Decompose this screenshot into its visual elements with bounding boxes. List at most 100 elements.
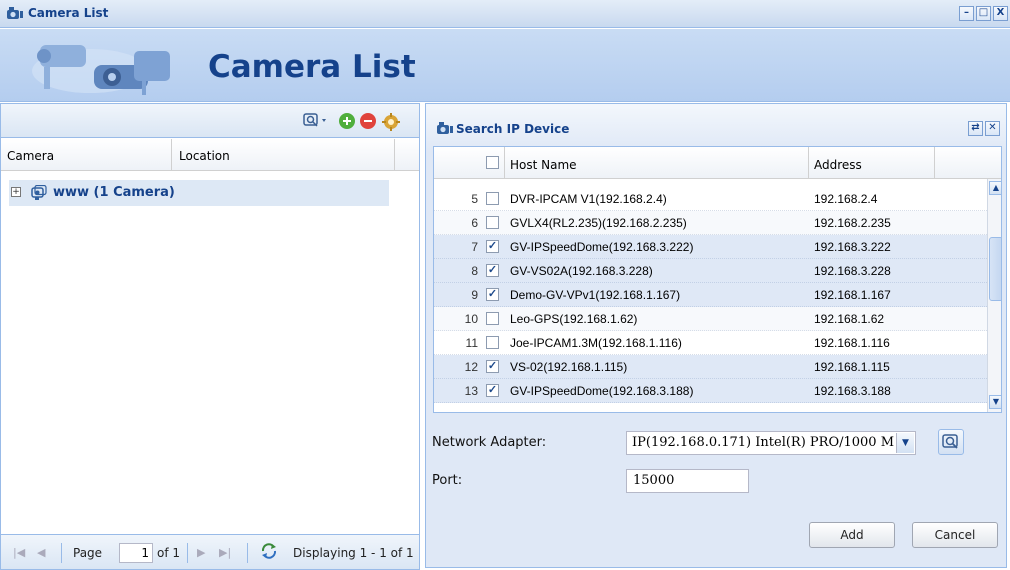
scroll-thumb[interactable] (989, 237, 1001, 301)
device-address: 192.168.3.188 (814, 384, 891, 398)
device-checkbox[interactable] (486, 336, 499, 349)
camera-icon (6, 6, 24, 23)
network-adapter-value: IP(192.168.0.171) Intel(R) PRO/1000 MT N… (632, 435, 894, 450)
device-address: 192.168.2.4 (814, 192, 878, 206)
scroll-down-icon[interactable]: ▼ (989, 395, 1001, 409)
camera-grid-header: Camera Location (1, 139, 419, 171)
page-number-input[interactable]: 1 (119, 543, 153, 563)
prev-page-icon[interactable]: ◀ (37, 546, 45, 559)
network-adapter-select[interactable]: IP(192.168.0.171) Intel(R) PRO/1000 MT N… (626, 431, 916, 455)
search-device-button[interactable] (938, 429, 964, 455)
banner-title: Camera List (208, 49, 416, 85)
device-checkbox[interactable]: ✓ (486, 240, 499, 253)
close-button[interactable]: X (993, 6, 1008, 21)
column-camera[interactable]: Camera (7, 149, 54, 163)
dialog-titlebar: Search IP Device ⇄ ✕ (426, 104, 1006, 152)
row-number: 9 (471, 288, 478, 302)
camera-group-icon (31, 184, 49, 204)
device-grid: Host Name Address 5 DVR-IPCAM V1(192.168.… (433, 146, 1002, 413)
device-address: 192.168.1.116 (814, 336, 890, 350)
row-number: 11 (465, 336, 478, 350)
first-page-icon[interactable]: |◀ (13, 546, 25, 559)
row-number: 5 (471, 192, 478, 206)
device-row[interactable]: 11 Joe-IPCAM1.3M(192.168.1.116) 192.168.1.… (434, 331, 987, 355)
banner: Camera List (0, 29, 1010, 102)
network-adapter-label: Network Adapter: (432, 435, 547, 450)
device-row[interactable]: 7 ✓ GV-IPSpeedDome(192.168.3.222) 192.168.3… (434, 235, 987, 259)
camera-toolbar (1, 104, 419, 138)
device-checkbox[interactable] (486, 312, 499, 325)
device-row[interactable]: 8 ✓ GV-VS02A(192.168.3.228) 192.168.3.228 (434, 259, 987, 283)
camera-group-row[interactable]: + www (1 Camera) (9, 180, 389, 206)
device-row[interactable]: 13 ✓ GV-IPSpeedDome(192.168.3.188) 192.168.… (434, 379, 987, 403)
dialog-close-icon[interactable]: ✕ (985, 121, 1000, 136)
row-number: 7 (471, 240, 478, 254)
vertical-scrollbar[interactable]: ▲ ▼ (987, 179, 1001, 412)
maximize-button[interactable]: □ (976, 6, 991, 21)
last-page-icon[interactable]: ▶| (219, 546, 231, 559)
expand-icon[interactable]: + (11, 187, 21, 197)
window-title: Camera List (28, 6, 109, 20)
device-host-name: Leo-GPS(192.168.1.62) (510, 312, 638, 326)
device-host-name: VS-02(192.168.1.115) (510, 360, 628, 374)
displaying-status: Displaying 1 - 1 of 1 (293, 546, 414, 560)
device-checkbox[interactable]: ✓ (486, 384, 499, 397)
camera-list-panel: Camera Location + www (1 Camera) |◀ ◀ Pa… (0, 103, 420, 570)
device-checkbox[interactable]: ✓ (486, 264, 499, 277)
device-address: 192.168.3.228 (814, 264, 891, 278)
dialog-title: Search IP Device (456, 122, 570, 136)
device-address: 192.168.2.235 (814, 216, 891, 230)
search-camera-icon[interactable] (303, 112, 326, 130)
column-location[interactable]: Location (179, 149, 230, 163)
port-label: Port: (432, 473, 463, 488)
camera-group-label: www (1 Camera) (53, 185, 175, 200)
device-host-name: Joe-IPCAM1.3M(192.168.1.116) (510, 336, 682, 350)
device-address: 192.168.1.115 (814, 360, 890, 374)
device-row[interactable]: 5 DVR-IPCAM V1(192.168.2.4) 192.168.2.4 (434, 187, 987, 211)
window-titlebar: Camera List – □ X (0, 0, 1010, 28)
camera-icon (436, 121, 454, 138)
device-row[interactable]: 10 Leo-GPS(192.168.1.62) 192.168.1.62 (434, 307, 987, 331)
settings-gear-icon[interactable] (381, 112, 400, 131)
pagination-toolbar: |◀ ◀ Page 1 of 1 ▶ ▶| Displaying 1 - 1 o… (1, 534, 419, 569)
device-checkbox[interactable]: ✓ (486, 360, 499, 373)
page-label: Page (73, 546, 103, 560)
row-number: 10 (464, 312, 478, 326)
device-checkbox[interactable]: ✓ (486, 288, 499, 301)
device-checkbox[interactable] (486, 192, 499, 205)
device-grid-header: Host Name Address (434, 147, 1001, 179)
device-host-name: Demo-GV-VPv1(192.168.1.167) (510, 288, 681, 302)
chevron-down-icon[interactable]: ▼ (896, 433, 914, 453)
device-row[interactable]: 6 GVLX4(RL2.235)(192.168.2.235) 192.168.2.… (434, 211, 987, 235)
add-button[interactable]: Add (809, 522, 895, 548)
column-host-name[interactable]: Host Name (510, 158, 577, 172)
restore-icon[interactable]: ⇄ (968, 121, 983, 136)
select-all-checkbox[interactable] (486, 156, 499, 169)
row-number: 8 (471, 264, 478, 278)
minimize-button[interactable]: – (959, 6, 974, 21)
device-host-name: GV-IPSpeedDome(192.168.3.188) (510, 384, 694, 398)
row-number: 12 (464, 360, 478, 374)
column-address[interactable]: Address (814, 158, 862, 172)
device-address: 192.168.3.222 (814, 240, 891, 254)
page-count-label: of 1 (157, 546, 181, 560)
scroll-up-icon[interactable]: ▲ (989, 181, 1001, 195)
remove-icon[interactable] (359, 112, 377, 130)
device-address: 192.168.1.167 (814, 288, 891, 302)
cancel-button[interactable]: Cancel (912, 522, 998, 548)
device-host-name: DVR-IPCAM V1(192.168.2.4) (510, 192, 667, 206)
refresh-icon[interactable] (259, 542, 279, 563)
device-checkbox[interactable] (486, 216, 499, 229)
port-input[interactable]: 15000 (626, 469, 749, 493)
camera-illustration-icon (30, 37, 190, 102)
row-number: 6 (471, 216, 478, 230)
device-row[interactable]: 12 ✓ VS-02(192.168.1.115) 192.168.1.115 (434, 355, 987, 379)
device-host-name: GV-VS02A(192.168.3.228) (510, 264, 653, 278)
row-number: 13 (464, 384, 478, 398)
device-row[interactable]: 9 ✓ Demo-GV-VPv1(192.168.1.167) 192.168.1.1… (434, 283, 987, 307)
next-page-icon[interactable]: ▶ (197, 546, 205, 559)
device-address: 192.168.1.62 (814, 312, 885, 326)
add-icon[interactable] (338, 112, 356, 130)
device-host-name: GVLX4(RL2.235)(192.168.2.235) (510, 216, 687, 230)
search-ip-device-dialog: Search IP Device ⇄ ✕ Host Name Address 5… (425, 103, 1007, 568)
